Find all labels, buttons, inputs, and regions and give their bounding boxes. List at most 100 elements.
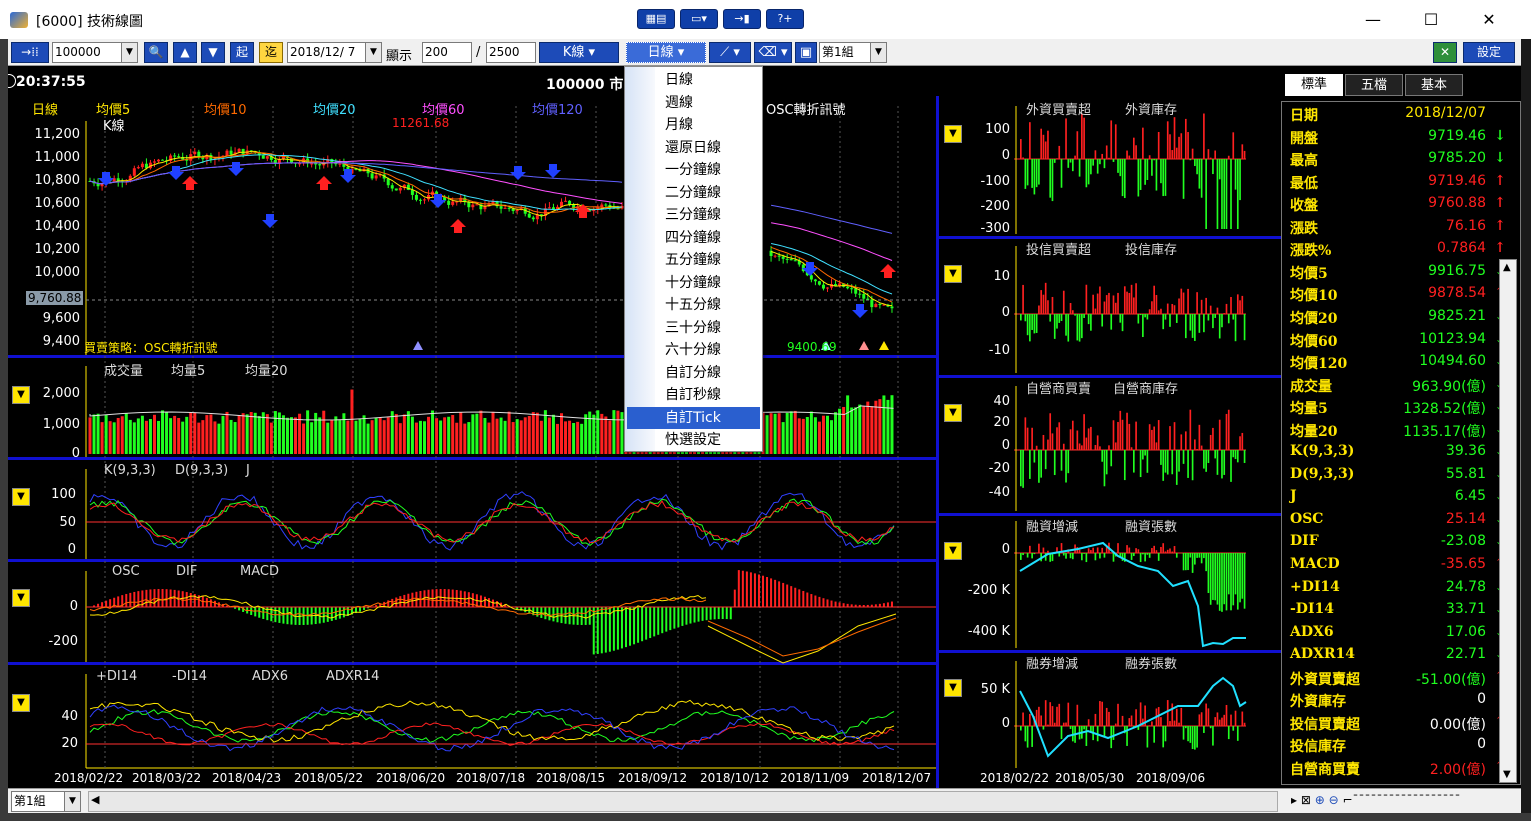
layout-icon[interactable]: ▦▤ <box>637 9 675 29</box>
scroll-down-icon[interactable]: ▼ <box>1503 769 1511 780</box>
tab-basic[interactable]: 基本 <box>1405 74 1463 96</box>
side-bar <box>1241 432 1244 450</box>
menu-item[interactable]: 十分鐘線 <box>627 272 760 294</box>
osc-bar <box>890 601 893 607</box>
menu-item[interactable]: 日線 <box>627 69 760 91</box>
minimize-icon[interactable]: — <box>1350 6 1396 34</box>
symbol-input[interactable]: 100000 <box>52 42 122 63</box>
date-dropdown-icon[interactable]: ▼ <box>365 42 382 63</box>
settings-button[interactable]: 設定 <box>1463 42 1515 63</box>
volume-bar <box>104 414 108 454</box>
scroll-up-icon[interactable]: ▲ <box>1503 262 1511 273</box>
scroll-left-icon[interactable]: ◀ <box>91 793 99 806</box>
menu-item[interactable]: 週線 <box>627 92 760 114</box>
info-value: 6.45 <box>1454 488 1486 505</box>
side-bar <box>1083 314 1085 318</box>
menu-item[interactable]: 自訂Tick <box>627 406 760 429</box>
menu-item[interactable]: 四分鐘線 <box>627 227 760 249</box>
arrow-down-icon[interactable]: ▼ <box>201 42 225 63</box>
side-bar <box>1191 553 1194 573</box>
side-bar <box>1092 294 1094 314</box>
arrow-up-icon[interactable]: ▲ <box>173 42 197 63</box>
info-row: DIF-23.08↓ <box>1290 533 1510 556</box>
title-bar: [6000] 技術線圖 ▦▤ ▭▾ →▮ ?+ — ☐ ✕ <box>0 0 1531 39</box>
side-bar <box>1078 314 1081 342</box>
side-bar <box>1148 424 1151 450</box>
side-bar <box>1236 294 1239 314</box>
tab-five-levels[interactable]: 五檔 <box>1345 74 1403 96</box>
side-bar <box>1065 314 1067 336</box>
status-tools[interactable]: ▸ ⊠ ⊕ ⊖ ⌐¯¯¯¯¯¯¯¯¯¯¯¯¯¯¯¯¯¯ <box>1291 793 1461 807</box>
panel-menu-icon[interactable]: ▼ <box>944 542 962 560</box>
maximize-icon[interactable]: ☐ <box>1408 6 1454 34</box>
volume-bar <box>366 423 370 454</box>
side-bar <box>1160 546 1162 553</box>
panel-menu-icon[interactable]: ▼ <box>944 679 962 697</box>
status-group-select[interactable]: 第1組 <box>11 791 65 812</box>
side-bar <box>1166 121 1169 159</box>
menu-item[interactable]: 五分鐘線 <box>627 249 760 271</box>
osc-bar <box>637 607 640 643</box>
menu-item[interactable]: 二分鐘線 <box>627 182 760 204</box>
side-bar <box>1194 439 1196 450</box>
osc-bar <box>612 607 615 651</box>
side-bar <box>1056 314 1058 329</box>
horizontal-scrollbar[interactable]: ◀ <box>88 791 1278 812</box>
exit-icon[interactable]: →▮ <box>723 9 761 29</box>
side-bar <box>1085 553 1088 563</box>
menu-item[interactable]: 月線 <box>627 114 760 136</box>
end-button[interactable]: 迄 <box>259 42 283 63</box>
line-tool-icon[interactable]: ⟋ ▾ <box>709 42 751 63</box>
volume-bar <box>777 413 781 454</box>
display-count-input[interactable]: 200 <box>422 42 472 63</box>
side-bar <box>1218 719 1221 726</box>
side-bar <box>1243 314 1246 341</box>
eraser-icon[interactable]: ⌫ ▾ <box>754 42 792 63</box>
period-dropdown[interactable]: 日線 ▾ <box>626 42 706 63</box>
panel-menu-icon[interactable]: ▼ <box>944 404 962 422</box>
panel-menu-icon[interactable]: ▼ <box>12 488 30 506</box>
side-bar <box>1110 450 1113 467</box>
close-icon[interactable]: ✕ <box>1466 6 1512 34</box>
group-select[interactable]: 第1組 <box>819 42 871 63</box>
volume-bar <box>350 389 354 454</box>
menu-item[interactable]: 快選設定 <box>627 429 760 451</box>
grid-icon[interactable]: ▣ <box>795 42 817 63</box>
list-icon[interactable]: →⁞⁞ <box>11 42 49 63</box>
search-icon[interactable]: 🔍 <box>144 42 168 63</box>
trend-arrow-icon: ↓ <box>1494 150 1506 167</box>
menu-item[interactable]: 一分鐘線 <box>627 159 760 181</box>
menu-item[interactable]: 三十分線 <box>627 317 760 339</box>
osc-bar <box>753 573 756 607</box>
panel-menu-icon[interactable]: ▼ <box>12 386 30 404</box>
ma-line <box>89 152 893 303</box>
panel-menu-icon[interactable]: ▼ <box>944 125 962 143</box>
total-count-input[interactable]: 2500 <box>486 42 536 63</box>
info-label: MACD <box>1290 556 1340 572</box>
menu-item[interactable]: 十五分線 <box>627 294 760 316</box>
side-bar <box>1212 427 1214 450</box>
help-icon[interactable]: ?+ <box>766 9 804 29</box>
window-icon[interactable]: ▭▾ <box>680 9 718 29</box>
osc-bar <box>717 607 720 620</box>
chevron-down-icon[interactable]: ▼ <box>121 42 138 63</box>
chart-type-dropdown[interactable]: K線 ▾ <box>539 42 619 63</box>
menu-item[interactable]: 自訂分線 <box>627 362 760 384</box>
menu-item[interactable]: 三分鐘線 <box>627 204 760 226</box>
menu-item[interactable]: 還原日線 <box>627 137 760 159</box>
tab-standard[interactable]: 標準 <box>1285 74 1343 96</box>
panel-menu-icon[interactable]: ▼ <box>12 694 30 712</box>
start-button[interactable]: 起 <box>230 42 254 63</box>
info-scrollbar[interactable]: ▲ ▼ <box>1499 259 1517 783</box>
osc-bar <box>189 592 192 607</box>
menu-item[interactable]: 六十分線 <box>627 339 760 361</box>
candle-body <box>809 275 813 280</box>
side-bar <box>1119 314 1122 323</box>
excel-icon[interactable]: ✕ <box>1433 42 1457 63</box>
menu-item[interactable]: 自訂秒線 <box>627 384 760 406</box>
panel-menu-icon[interactable]: ▼ <box>12 589 30 607</box>
panel-menu-icon[interactable]: ▼ <box>944 265 962 283</box>
status-group-dropdown-icon[interactable]: ▼ <box>64 791 81 812</box>
date-input[interactable]: 2018/12/ 7 <box>287 42 367 63</box>
group-dropdown-icon[interactable]: ▼ <box>870 42 887 63</box>
